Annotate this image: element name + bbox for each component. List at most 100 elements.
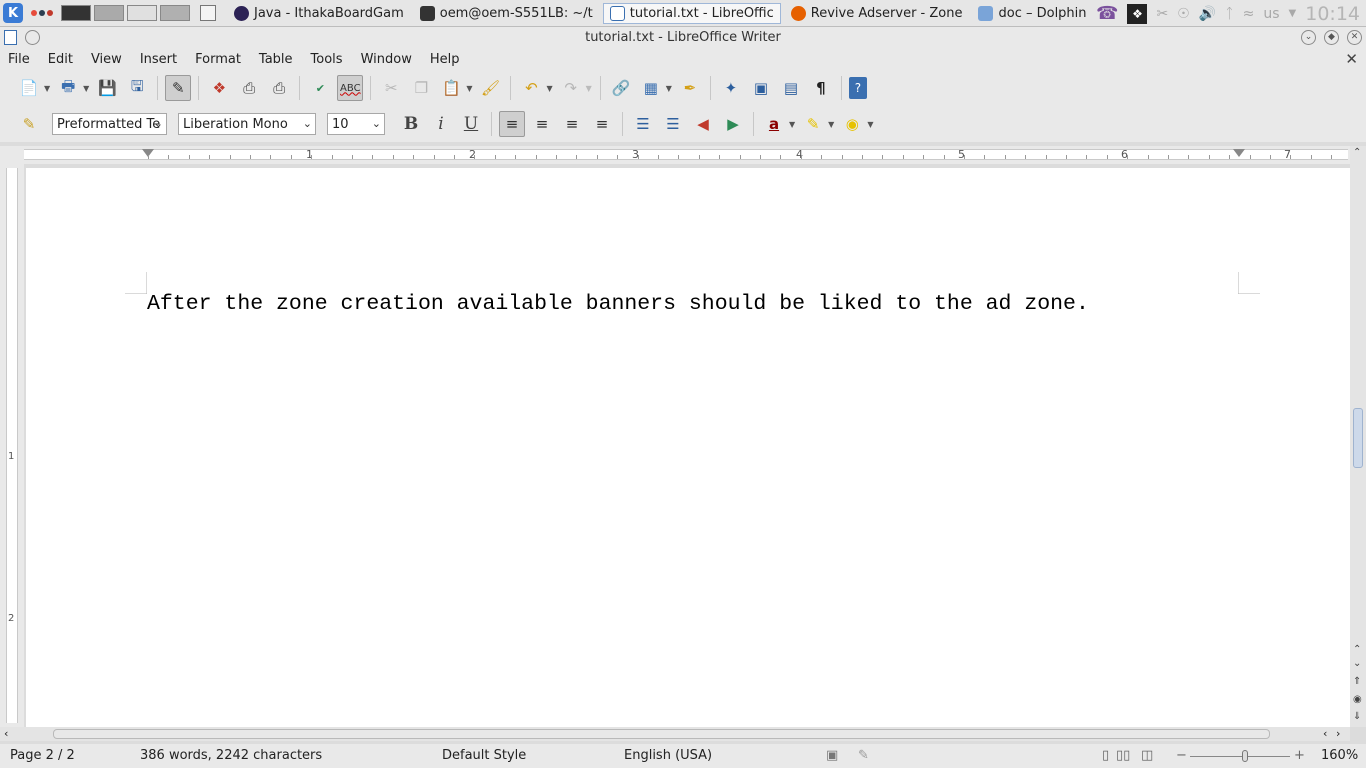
save-icon[interactable]: 💾 xyxy=(94,75,120,101)
close-window-icon[interactable]: ✕ xyxy=(1347,30,1362,45)
navigator-icon[interactable]: ✦ xyxy=(718,75,744,101)
redo-icon[interactable]: ↷ xyxy=(558,75,584,101)
task-libreoffice[interactable]: tutorial.txt - LibreOffic xyxy=(602,2,781,24)
desktop-pager[interactable] xyxy=(61,5,190,21)
numbering-icon[interactable]: ☰ xyxy=(630,111,656,137)
font-color-dropdown-icon[interactable]: ▼ xyxy=(789,120,795,129)
task-firefox[interactable]: Revive Adserver - Zone xyxy=(785,3,969,24)
selection-mode-icon[interactable]: ▣ xyxy=(826,748,838,763)
show-desktop-icon[interactable] xyxy=(200,5,216,21)
font-size-select[interactable]: 10 ⌄ xyxy=(327,113,385,135)
maximize-icon[interactable]: ◆ xyxy=(1324,30,1339,45)
desktop-2[interactable] xyxy=(94,5,124,21)
table-icon[interactable]: ▦ xyxy=(638,75,664,101)
autospellcheck-icon[interactable]: ABC xyxy=(337,75,364,101)
desktop-4[interactable] xyxy=(160,5,190,21)
clock[interactable]: 10:14 xyxy=(1305,3,1360,25)
scroll-up-icon[interactable]: ⌃ xyxy=(1353,147,1361,158)
zoom-slider[interactable] xyxy=(1190,756,1290,757)
vertical-scroll-thumb[interactable] xyxy=(1353,408,1363,468)
menu-tools[interactable]: Tools xyxy=(302,52,352,67)
new-document-icon[interactable]: 📄 xyxy=(16,75,42,101)
hyperlink-icon[interactable]: 🔗 xyxy=(608,75,634,101)
print-icon[interactable]: 🖶 xyxy=(55,75,81,101)
volume-icon[interactable]: 🔊 xyxy=(1199,6,1216,22)
scroll-left-icon[interactable]: ‹ xyxy=(4,727,8,740)
previous-page-icon[interactable]: ⇑ xyxy=(1353,676,1361,687)
spellcheck-icon[interactable]: ✔ xyxy=(307,75,333,101)
background-color-dropdown-icon[interactable]: ▼ xyxy=(867,120,873,129)
paste-dropdown-icon[interactable]: ▼ xyxy=(466,84,472,93)
help-icon[interactable]: ? xyxy=(848,77,867,99)
horizontal-scrollbar[interactable]: ‹ ‹ › xyxy=(0,727,1350,741)
clone-formatting-icon[interactable]: 🖌 xyxy=(477,75,503,101)
task-terminal[interactable]: oem@oem-S551LB: ~/t xyxy=(414,3,599,24)
wifi-icon[interactable]: ≈ xyxy=(1243,6,1255,22)
keyboard-layout[interactable]: us xyxy=(1263,6,1279,22)
save-as-icon[interactable]: 🖫 xyxy=(124,75,150,101)
language[interactable]: English (USA) xyxy=(624,748,712,763)
document-page[interactable]: After the zone creation available banner… xyxy=(26,168,1350,727)
task-java[interactable]: Java - IthakaBoardGam xyxy=(228,3,410,24)
zoom-slider-handle[interactable] xyxy=(1242,750,1248,762)
copy-icon[interactable]: ❐ xyxy=(408,75,434,101)
close-document-icon[interactable]: ✕ xyxy=(1345,48,1358,70)
align-right-icon[interactable]: ≡ xyxy=(559,111,585,137)
justify-icon[interactable]: ≡ xyxy=(589,111,615,137)
redo-dropdown-icon[interactable]: ▼ xyxy=(586,84,592,93)
kde-menu-icon[interactable]: K xyxy=(3,3,23,23)
gallery-icon[interactable]: ▣ xyxy=(748,75,774,101)
increase-indent-icon[interactable]: ▶ xyxy=(720,111,746,137)
bluetooth-icon[interactable]: ᛏ xyxy=(1225,6,1233,22)
clipboard-icon[interactable]: ✂ xyxy=(1156,6,1168,22)
single-page-view-icon[interactable]: ▯ xyxy=(1102,748,1109,763)
scroll-left-icon[interactable]: ‹ xyxy=(1323,727,1327,740)
desktop-3[interactable] xyxy=(127,5,157,21)
viber-icon[interactable]: ☎ xyxy=(1096,3,1118,24)
menu-file[interactable]: File xyxy=(0,52,39,67)
writer-app-icon[interactable] xyxy=(4,30,17,45)
styles-and-formatting-icon[interactable]: ✎ xyxy=(16,111,42,137)
undo-dropdown-icon[interactable]: ▼ xyxy=(546,84,552,93)
network-icon[interactable]: ☉ xyxy=(1177,6,1190,22)
dropbox-icon[interactable]: ❖ xyxy=(1127,3,1148,24)
menu-edit[interactable]: Edit xyxy=(39,52,82,67)
italic-icon[interactable]: i xyxy=(428,111,454,137)
menu-window[interactable]: Window xyxy=(352,52,421,67)
multi-page-view-icon[interactable]: ▯▯ xyxy=(1116,748,1130,763)
tray-expand-icon[interactable]: ▼ xyxy=(1289,8,1297,19)
align-center-icon[interactable]: ≡ xyxy=(529,111,555,137)
zoom-out-icon[interactable]: − xyxy=(1176,748,1187,763)
scroll-right-icon[interactable]: › xyxy=(1336,727,1340,740)
font-color-icon[interactable]: a xyxy=(761,111,787,137)
task-dolphin[interactable]: doc – Dolphin xyxy=(972,3,1092,24)
scroll-down-icon[interactable]: ⌄ xyxy=(1353,658,1361,669)
highlighting-icon[interactable]: ✎ xyxy=(800,111,826,137)
activity-dots-icon[interactable] xyxy=(31,10,53,16)
navigation-icon[interactable]: ◉ xyxy=(1353,694,1362,705)
minimize-icon[interactable]: ⌄ xyxy=(1301,30,1316,45)
edit-mode-icon[interactable]: ✎ xyxy=(165,75,192,101)
document-paragraph[interactable]: After the zone creation available banner… xyxy=(147,292,1089,316)
next-page-icon[interactable]: ⇓ xyxy=(1353,711,1361,722)
desktop-1[interactable] xyxy=(61,5,91,21)
highlighting-dropdown-icon[interactable]: ▼ xyxy=(828,120,834,129)
print-direct-icon[interactable]: ⎙ xyxy=(236,75,262,101)
zoom-level[interactable]: 160% xyxy=(1321,748,1358,763)
export-pdf-icon[interactable]: ❖ xyxy=(206,75,232,101)
formatting-marks-icon[interactable]: ¶ xyxy=(808,75,834,101)
print-preview-icon[interactable]: ⎙ xyxy=(266,75,292,101)
menu-insert[interactable]: Insert xyxy=(131,52,186,67)
page-number[interactable]: Page 2 / 2 xyxy=(10,748,75,763)
window-titlebar[interactable]: tutorial.txt - LibreOffice Writer ⌄ ◆ ✕ xyxy=(0,27,1366,48)
vertical-ruler[interactable]: 1 2 xyxy=(0,164,24,727)
zoom-in-icon[interactable]: + xyxy=(1294,748,1305,763)
new-dropdown-icon[interactable]: ▼ xyxy=(44,84,50,93)
background-color-icon[interactable]: ◉ xyxy=(839,111,865,137)
document-modified-icon[interactable]: ✎ xyxy=(858,748,869,763)
bullets-icon[interactable]: ☰ xyxy=(660,111,686,137)
cut-icon[interactable]: ✂ xyxy=(378,75,404,101)
font-name-select[interactable]: Liberation Mono ⌄ xyxy=(178,113,316,135)
show-draw-functions-icon[interactable]: ✒ xyxy=(677,75,703,101)
menu-view[interactable]: View xyxy=(82,52,131,67)
